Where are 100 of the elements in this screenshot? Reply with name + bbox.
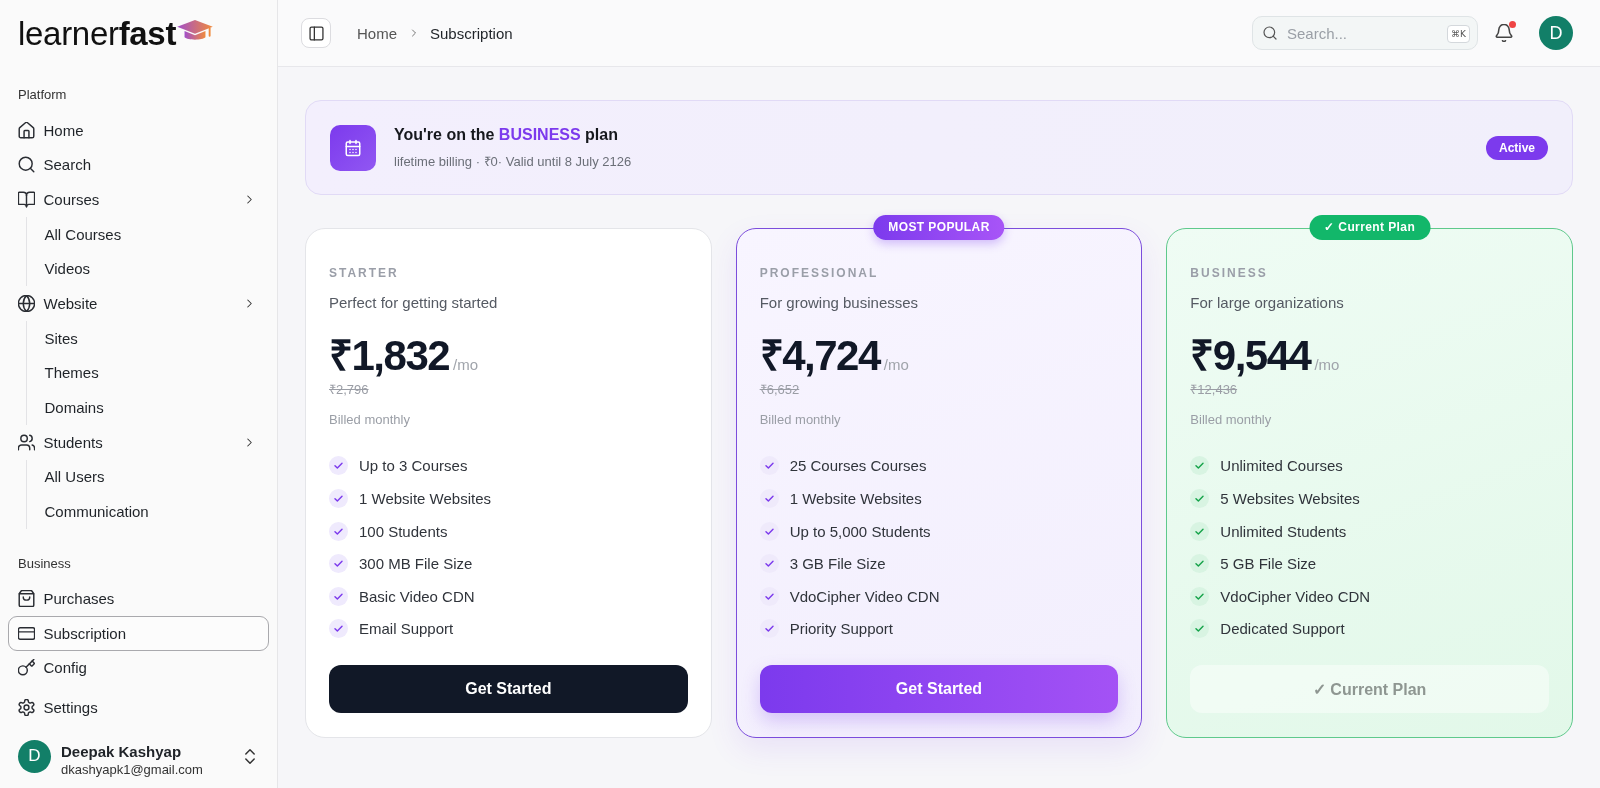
plan-tagline: Perfect for getting started [329, 293, 499, 313]
price-amount: ₹4,724 [759, 332, 880, 380]
feature-text: 1 Website Websites [789, 490, 922, 508]
plan-tagline: For large organizations [1190, 293, 1345, 313]
check-icon [329, 619, 348, 639]
shortcut-hint: ⌘K [1447, 25, 1470, 43]
check-icon [329, 489, 348, 509]
home-icon [17, 121, 35, 139]
banner-details: lifetime billing · ₹0· Valid until 8 July 2126 [394, 152, 632, 171]
nav-item[interactable]: Courses [8, 182, 269, 217]
status-badge: Active [1485, 135, 1548, 160]
check-icon [759, 456, 779, 476]
chevrons-up-down-icon[interactable] [245, 748, 255, 764]
check-icon [1190, 521, 1210, 541]
check-icon [759, 521, 779, 541]
price-period: /mo [1314, 356, 1340, 373]
nav-subitem[interactable]: Communication [27, 494, 269, 529]
price-amount: ₹9,544 [1190, 332, 1311, 380]
check-icon [329, 554, 348, 574]
nav-item[interactable]: Purchases [8, 581, 269, 616]
nav-subitem[interactable]: Domains [27, 390, 269, 425]
nav-item[interactable]: Config [8, 650, 269, 686]
sidebar-panel-icon [308, 25, 324, 41]
nav-subitem[interactable]: Videos [27, 251, 269, 287]
chevron-right-icon [246, 297, 253, 309]
billing-note: Billed monthly [759, 411, 841, 429]
feature-text: 5 Websites Websites [1220, 490, 1360, 508]
feature-text: Unlimited Courses [1220, 457, 1343, 475]
banner-title: You're on the BUSINESS plan [394, 124, 619, 145]
shopping-bag-icon [17, 590, 35, 608]
nav-subitem[interactable]: All Users [27, 459, 269, 495]
plan-name: PROFESSIONAL [759, 265, 880, 281]
breadcrumb-link[interactable]: Home [357, 24, 397, 42]
feature-text: Up to 3 Courses [359, 457, 468, 475]
check-icon [329, 521, 348, 541]
user-email: dkashyapk1@gmail.com [61, 760, 204, 778]
nav-item[interactable]: Home [8, 112, 269, 148]
nav-item[interactable]: Website [8, 286, 269, 321]
chevron-right-icon [246, 193, 253, 205]
price-period: /mo [453, 356, 479, 373]
billing-note: Billed monthly [329, 411, 410, 429]
plan-tagline: For growing businesses [759, 293, 920, 313]
check-icon [759, 586, 779, 606]
popular-badge: MOST POPULAR [873, 215, 1005, 240]
check-icon [759, 619, 779, 639]
check-icon [1190, 456, 1210, 476]
feature-text: VdoCipher Video CDN [1220, 587, 1371, 605]
plan-name: BUSINESS [1190, 265, 1269, 281]
breadcrumb-current: Subscription [430, 24, 513, 42]
feature-text: Priority Support [789, 620, 894, 638]
chevron-right-icon [246, 436, 253, 448]
original-price: ₹6,652 [759, 381, 800, 399]
nav-item[interactable]: Students [8, 424, 269, 460]
nav-item[interactable]: Subscription [8, 615, 269, 651]
check-icon [329, 586, 348, 606]
section-label: Platform [17, 86, 68, 104]
feature-text: Email Support [359, 620, 454, 638]
user-avatar[interactable]: D [1539, 16, 1573, 50]
logo-text: learnerfast [18, 14, 177, 54]
billing-note: Billed monthly [1190, 411, 1272, 429]
nav-item[interactable]: Search [8, 147, 269, 183]
feature-text: 300 MB File Size [359, 555, 473, 573]
plan-name: STARTER [329, 265, 400, 281]
feature-text: 3 GB File Size [789, 555, 886, 573]
key-icon [17, 659, 35, 677]
plan-button[interactable]: Get Started [759, 665, 1119, 713]
nav-subitem[interactable]: All Courses [27, 216, 269, 252]
original-price: ₹2,796 [329, 381, 369, 399]
bell-icon[interactable] [1495, 24, 1513, 42]
feature-text: Unlimited Students [1220, 522, 1347, 540]
search-icon [17, 156, 35, 174]
feature-text: 25 Courses Courses [789, 457, 927, 475]
check-icon [759, 554, 779, 574]
book-icon [17, 190, 35, 208]
price-amount: ₹1,832 [329, 332, 450, 380]
check-icon [1190, 619, 1210, 639]
feature-text: VdoCipher Video CDN [789, 587, 940, 605]
nav-item[interactable]: Settings [8, 690, 269, 725]
users-icon [17, 433, 35, 451]
price-period: /mo [883, 356, 909, 373]
settings-icon [17, 699, 35, 717]
globe-icon [17, 294, 35, 312]
sidebar-toggle-button[interactable] [301, 18, 331, 48]
credit-card-icon [17, 624, 35, 642]
current-plan-badge: ✓ Current Plan [1309, 215, 1431, 240]
search-icon [1263, 26, 1277, 40]
calendar-icon [330, 124, 376, 171]
feature-text: 100 Students [359, 522, 448, 540]
user-name: Deepak Kashyap [61, 742, 183, 761]
feature-text: 5 GB File Size [1220, 555, 1317, 573]
user-avatar[interactable]: D [18, 739, 51, 773]
check-icon [1190, 586, 1210, 606]
feature-text: Basic Video CDN [359, 587, 475, 605]
nav-subitem[interactable]: Themes [27, 355, 269, 391]
plan-button[interactable]: Get Started [329, 665, 688, 713]
chevron-right-icon [411, 28, 417, 38]
nav-subitem[interactable]: Sites [27, 320, 269, 356]
check-icon [1190, 489, 1210, 509]
section-label: Business [17, 554, 72, 573]
check-icon [759, 489, 779, 509]
